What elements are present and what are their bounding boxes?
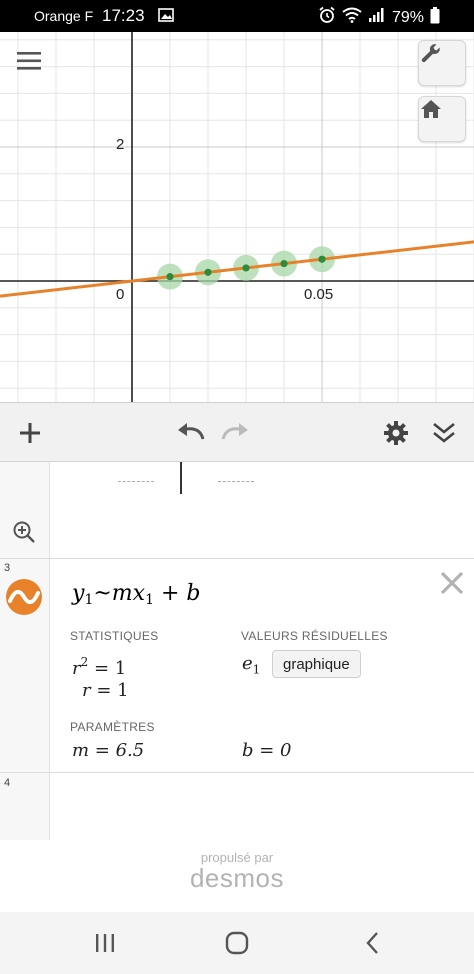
expression-list: 3 y1~mx1 + b STATISTIQUES VALEURS RÉSIDU… bbox=[0, 462, 474, 840]
origin-label: 0 bbox=[116, 286, 125, 303]
home-nav-button[interactable] bbox=[224, 930, 250, 956]
plus-icon bbox=[20, 423, 40, 443]
menu-button[interactable] bbox=[14, 48, 48, 78]
graph-plot[interactable] bbox=[0, 32, 474, 402]
recent-apps-button[interactable] bbox=[92, 930, 118, 956]
undo-icon bbox=[178, 423, 205, 440]
expression-row-empty[interactable]: 4 bbox=[0, 773, 474, 833]
text-cursor bbox=[180, 462, 182, 494]
home-circle-icon bbox=[225, 931, 249, 955]
redo-button[interactable] bbox=[218, 417, 254, 449]
back-chevron-icon bbox=[366, 932, 378, 954]
plot-residuals-button[interactable]: graphique bbox=[272, 650, 361, 678]
graph-settings-button[interactable] bbox=[418, 40, 466, 86]
empty-cell[interactable] bbox=[118, 481, 154, 482]
clock: 17:23 bbox=[102, 6, 145, 25]
residual-variable: e1 bbox=[242, 653, 261, 677]
signal-icon bbox=[368, 7, 384, 28]
collapse-list-button[interactable] bbox=[428, 417, 460, 449]
regression-line bbox=[0, 240, 474, 298]
data-point[interactable] bbox=[242, 264, 250, 272]
zoom-fit-button[interactable] bbox=[12, 520, 36, 549]
wrench-icon bbox=[421, 44, 440, 63]
home-icon bbox=[421, 100, 441, 118]
battery-icon bbox=[430, 6, 440, 29]
regression-wave-icon bbox=[6, 579, 42, 615]
wifi-icon bbox=[342, 7, 362, 28]
default-view-button[interactable] bbox=[418, 96, 466, 142]
expression-row-table[interactable] bbox=[0, 462, 474, 559]
redo-icon bbox=[221, 423, 248, 440]
back-button[interactable] bbox=[360, 930, 386, 956]
undo-button[interactable] bbox=[172, 417, 208, 449]
recent-apps-icon bbox=[96, 934, 114, 952]
delete-expression-button[interactable] bbox=[438, 569, 466, 597]
data-point[interactable] bbox=[166, 273, 174, 281]
powered-by-desmos: propulsé par desmos bbox=[0, 850, 474, 894]
r-value: r = 1 bbox=[82, 680, 129, 701]
data-point[interactable] bbox=[204, 268, 212, 276]
zoom-in-icon bbox=[13, 521, 35, 543]
settings-button[interactable] bbox=[380, 417, 412, 449]
gear-icon bbox=[384, 421, 408, 445]
regression-formula[interactable]: y1~mx1 + b bbox=[72, 581, 201, 608]
android-nav-bar bbox=[0, 912, 474, 974]
battery-percent: 79% bbox=[391, 8, 424, 26]
data-point[interactable] bbox=[280, 259, 288, 268]
intercept-parameter: b = 0 bbox=[242, 740, 292, 761]
r-squared-value: r2 = 1 bbox=[72, 655, 127, 679]
carrier-name: Orange F bbox=[34, 8, 94, 24]
x-axis-tick-label: 0.05 bbox=[304, 286, 334, 303]
double-chevron-down-icon bbox=[433, 422, 455, 443]
residuals-label: VALEURS RÉSIDUELLES bbox=[241, 629, 388, 643]
add-expression-button[interactable] bbox=[14, 417, 46, 449]
statistics-label: STATISTIQUES bbox=[70, 629, 159, 643]
alarm-icon bbox=[318, 6, 336, 29]
desmos-logo-text: desmos bbox=[189, 863, 285, 893]
empty-cell[interactable] bbox=[218, 481, 254, 482]
data-point[interactable] bbox=[318, 255, 326, 263]
parameters-label: PARAMÈTRES bbox=[70, 720, 155, 734]
slope-parameter: m = 6.5 bbox=[72, 740, 145, 761]
close-icon bbox=[440, 571, 464, 595]
status-bar: Orange F 17:23 79% bbox=[0, 0, 474, 32]
expression-number: 4 bbox=[4, 777, 11, 789]
gallery-notification-icon bbox=[158, 8, 174, 27]
graph-canvas[interactable]: 2 0 0.05 bbox=[0, 32, 474, 402]
expression-toolbar bbox=[0, 402, 474, 462]
expression-number: 3 bbox=[4, 562, 11, 574]
expression-color-toggle[interactable] bbox=[4, 577, 44, 622]
y-axis-tick-label: 2 bbox=[116, 136, 125, 153]
hamburger-icon bbox=[17, 52, 41, 70]
expression-row-regression[interactable]: 3 y1~mx1 + b STATISTIQUES VALEURS RÉSIDU… bbox=[0, 559, 474, 773]
